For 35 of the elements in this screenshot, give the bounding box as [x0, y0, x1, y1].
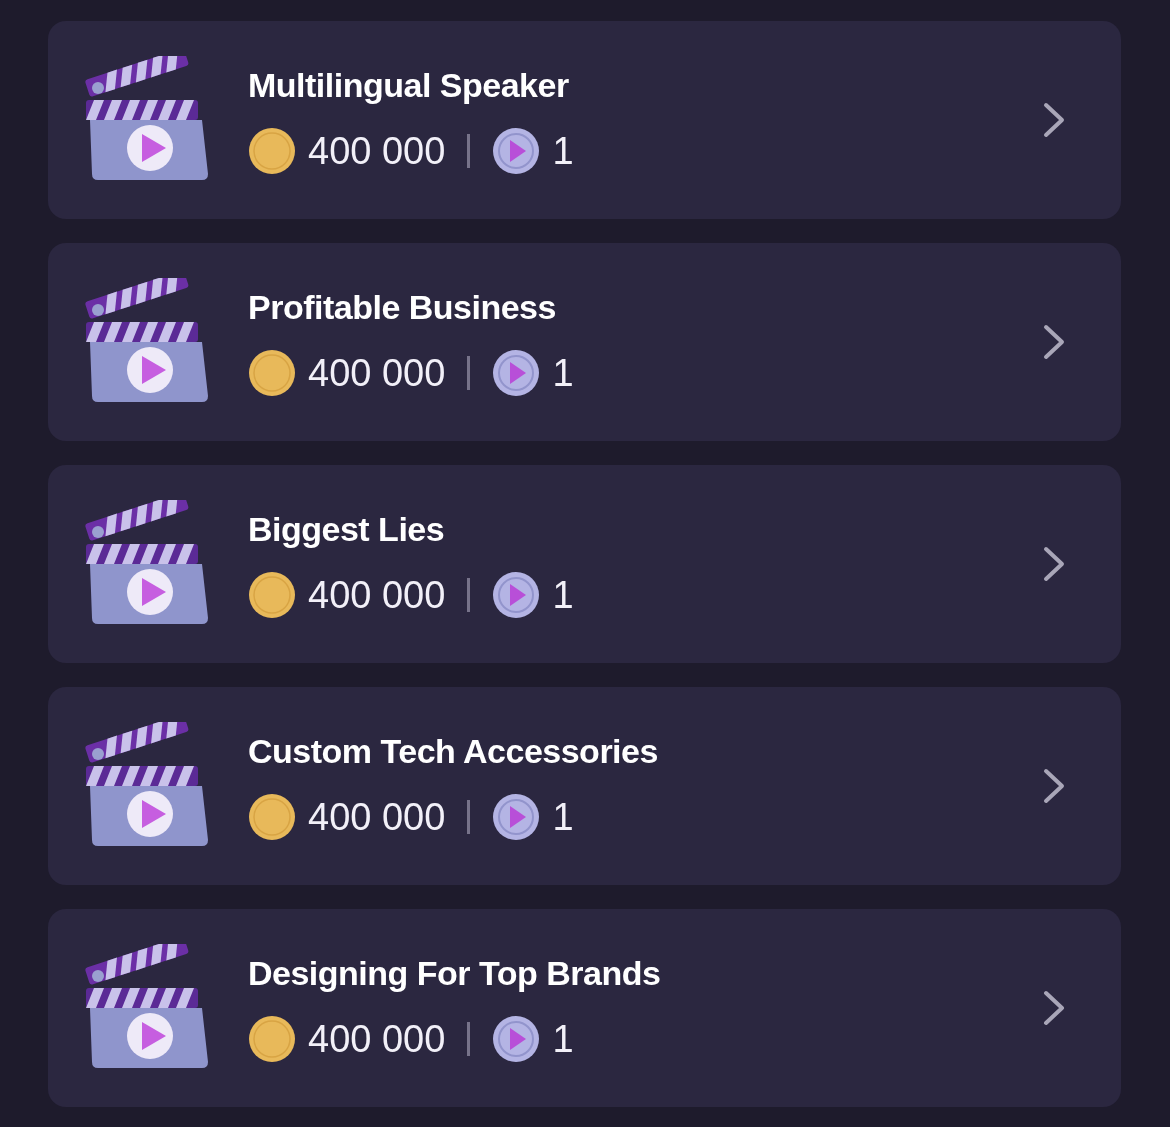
chevron-right-icon	[1043, 768, 1065, 804]
coin-amount: 400 000	[308, 795, 446, 839]
list-item-card[interactable]: Biggest Lies 400 000 1	[48, 465, 1121, 663]
item-title: Custom Tech Accessories	[248, 731, 659, 771]
ticket-count: 1	[552, 351, 574, 395]
coin-icon	[248, 349, 296, 397]
ticket-count: 1	[552, 1017, 574, 1061]
coin-amount: 400 000	[308, 573, 446, 617]
coin-icon	[248, 1015, 296, 1063]
coin-icon	[248, 793, 296, 841]
play-token-icon	[492, 1015, 541, 1063]
chevron-right-icon	[1043, 990, 1065, 1026]
play-token-icon	[492, 127, 541, 175]
play-token-icon	[492, 349, 541, 397]
ticket-count: 1	[552, 795, 574, 839]
list-item-card[interactable]: Custom Tech Accessories 400 000 1	[48, 687, 1121, 885]
coin-icon	[248, 571, 296, 619]
item-title: Multilingual Speaker	[248, 65, 570, 105]
chevron-right-icon	[1043, 102, 1065, 138]
item-title: Profitable Business	[248, 287, 557, 327]
coin-amount: 400 000	[308, 1017, 446, 1061]
item-title: Biggest Lies	[248, 509, 446, 549]
ticket-count: 1	[552, 129, 574, 173]
play-token-icon	[492, 571, 541, 619]
coin-icon	[248, 127, 296, 175]
item-title: Designing For Top Brands	[248, 953, 662, 993]
coin-amount: 400 000	[308, 129, 446, 173]
play-token-icon	[492, 793, 541, 841]
list-item-card[interactable]: Profitable Business 400 000 1	[48, 243, 1121, 441]
list-item-card[interactable]: Multilingual Speaker 400 000 1	[48, 21, 1121, 219]
ticket-count: 1	[552, 573, 574, 617]
list-item-card[interactable]: Designing For Top Brands 400 000 1	[48, 909, 1121, 1107]
coin-amount: 400 000	[308, 351, 446, 395]
chevron-right-icon	[1043, 324, 1065, 360]
chevron-right-icon	[1043, 546, 1065, 582]
